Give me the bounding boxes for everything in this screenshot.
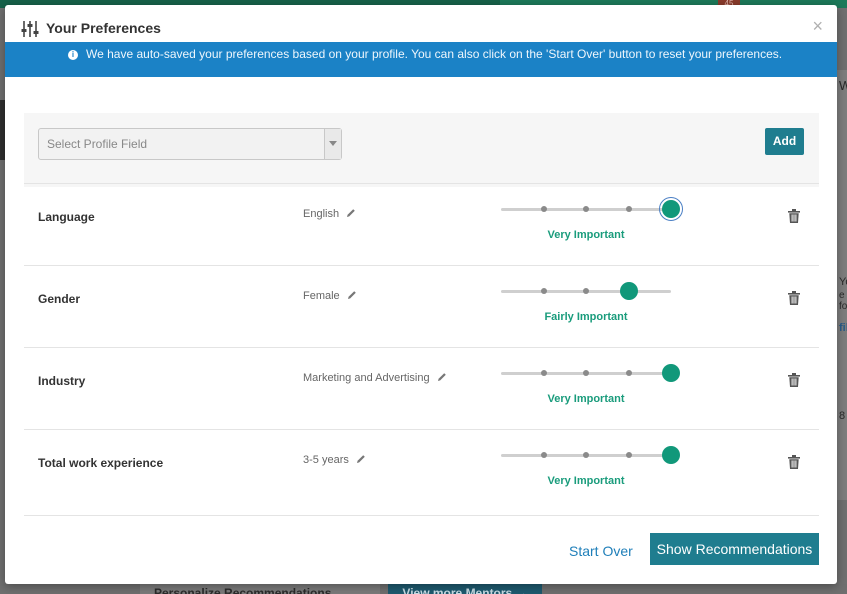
pencil-icon[interactable] bbox=[346, 208, 356, 218]
preference-row: Industry Marketing and Advertising Very … bbox=[24, 347, 819, 430]
background-fragment: 8 bbox=[839, 410, 846, 422]
info-icon: i bbox=[68, 50, 78, 60]
slider-handle[interactable] bbox=[619, 282, 638, 300]
background-personalize-card: Personalize Recommendations bbox=[140, 584, 380, 594]
importance-label: Very Important bbox=[547, 229, 625, 241]
slider-handle[interactable] bbox=[662, 364, 680, 382]
show-recommendations-button[interactable]: Show Recommendations bbox=[650, 533, 819, 565]
importance-label: Very Important bbox=[547, 393, 625, 405]
slider-handle[interactable] bbox=[662, 446, 680, 464]
importance-slider[interactable] bbox=[501, 197, 683, 226]
background-fragment: Yo bbox=[839, 276, 847, 288]
importance-label: Very Important bbox=[547, 475, 625, 487]
preference-label: Total work experience bbox=[38, 456, 164, 470]
trash-icon[interactable] bbox=[788, 291, 800, 305]
slider-tick[interactable] bbox=[583, 370, 589, 376]
modal-title: Your Preferences bbox=[46, 20, 161, 36]
banner-text: We have auto-saved your preferences base… bbox=[86, 47, 783, 61]
preference-value[interactable]: Marketing and Advertising bbox=[303, 372, 447, 384]
slider-tick[interactable] bbox=[540, 288, 547, 294]
select-placeholder: Select Profile Field bbox=[47, 137, 148, 151]
background-fragment: W bbox=[839, 78, 847, 93]
preference-value[interactable]: English bbox=[303, 208, 356, 220]
slider-tick[interactable] bbox=[625, 206, 632, 212]
slider-tick[interactable] bbox=[540, 370, 547, 376]
slider-handle[interactable] bbox=[659, 197, 683, 221]
preference-value-text: Female bbox=[303, 290, 340, 302]
slider-tick[interactable] bbox=[583, 288, 589, 294]
preference-value[interactable]: 3-5 years bbox=[303, 454, 366, 466]
importance-slider[interactable] bbox=[501, 282, 671, 308]
add-field-toolbar: Select Profile Field Add bbox=[24, 113, 819, 187]
slider-tick[interactable] bbox=[625, 452, 632, 458]
background-fragment: e fo bbox=[839, 290, 847, 312]
preferences-modal: Your Preferences × i We have auto-saved y… bbox=[5, 5, 837, 584]
profile-field-select[interactable]: Select Profile Field bbox=[38, 128, 342, 160]
chevron-down-icon[interactable] bbox=[324, 129, 341, 159]
importance-label: Fairly Important bbox=[544, 311, 628, 323]
slider-tick[interactable] bbox=[540, 206, 547, 212]
trash-icon[interactable] bbox=[788, 209, 800, 223]
importance-slider[interactable] bbox=[501, 364, 680, 390]
sliders-icon bbox=[21, 21, 39, 37]
preference-row: Language English Very Important bbox=[24, 183, 819, 266]
background-fragment: fil bbox=[839, 322, 847, 334]
start-over-button[interactable]: Start Over bbox=[569, 543, 633, 559]
pencil-icon[interactable] bbox=[356, 454, 366, 464]
preference-row: Gender Female Fairly Important bbox=[24, 265, 819, 348]
preference-label: Language bbox=[38, 210, 95, 224]
trash-icon[interactable] bbox=[788, 455, 800, 469]
slider-tick[interactable] bbox=[540, 452, 547, 458]
preference-label: Industry bbox=[38, 374, 86, 388]
slider-tick[interactable] bbox=[583, 452, 589, 458]
add-button[interactable]: Add bbox=[765, 128, 804, 155]
preference-value-text: Marketing and Advertising bbox=[303, 372, 430, 384]
preference-value-text: English bbox=[303, 208, 340, 220]
background-view-more-button: View more Mentors → bbox=[388, 584, 542, 594]
trash-icon[interactable] bbox=[788, 373, 800, 387]
pencil-icon[interactable] bbox=[347, 290, 357, 300]
preference-value[interactable]: Female bbox=[303, 290, 357, 302]
slider-tick[interactable] bbox=[583, 206, 589, 212]
rows-bottom-divider bbox=[24, 515, 819, 516]
pencil-icon[interactable] bbox=[437, 372, 447, 382]
preference-row: Total work experience 3-5 years Very Imp… bbox=[24, 429, 819, 512]
preference-value-text: 3-5 years bbox=[303, 454, 349, 466]
preference-label: Gender bbox=[38, 292, 81, 306]
slider-tick[interactable] bbox=[625, 370, 632, 376]
info-banner: i We have auto-saved your preferences bas… bbox=[5, 42, 837, 77]
close-icon[interactable]: × bbox=[812, 17, 823, 35]
importance-slider[interactable] bbox=[501, 446, 680, 472]
